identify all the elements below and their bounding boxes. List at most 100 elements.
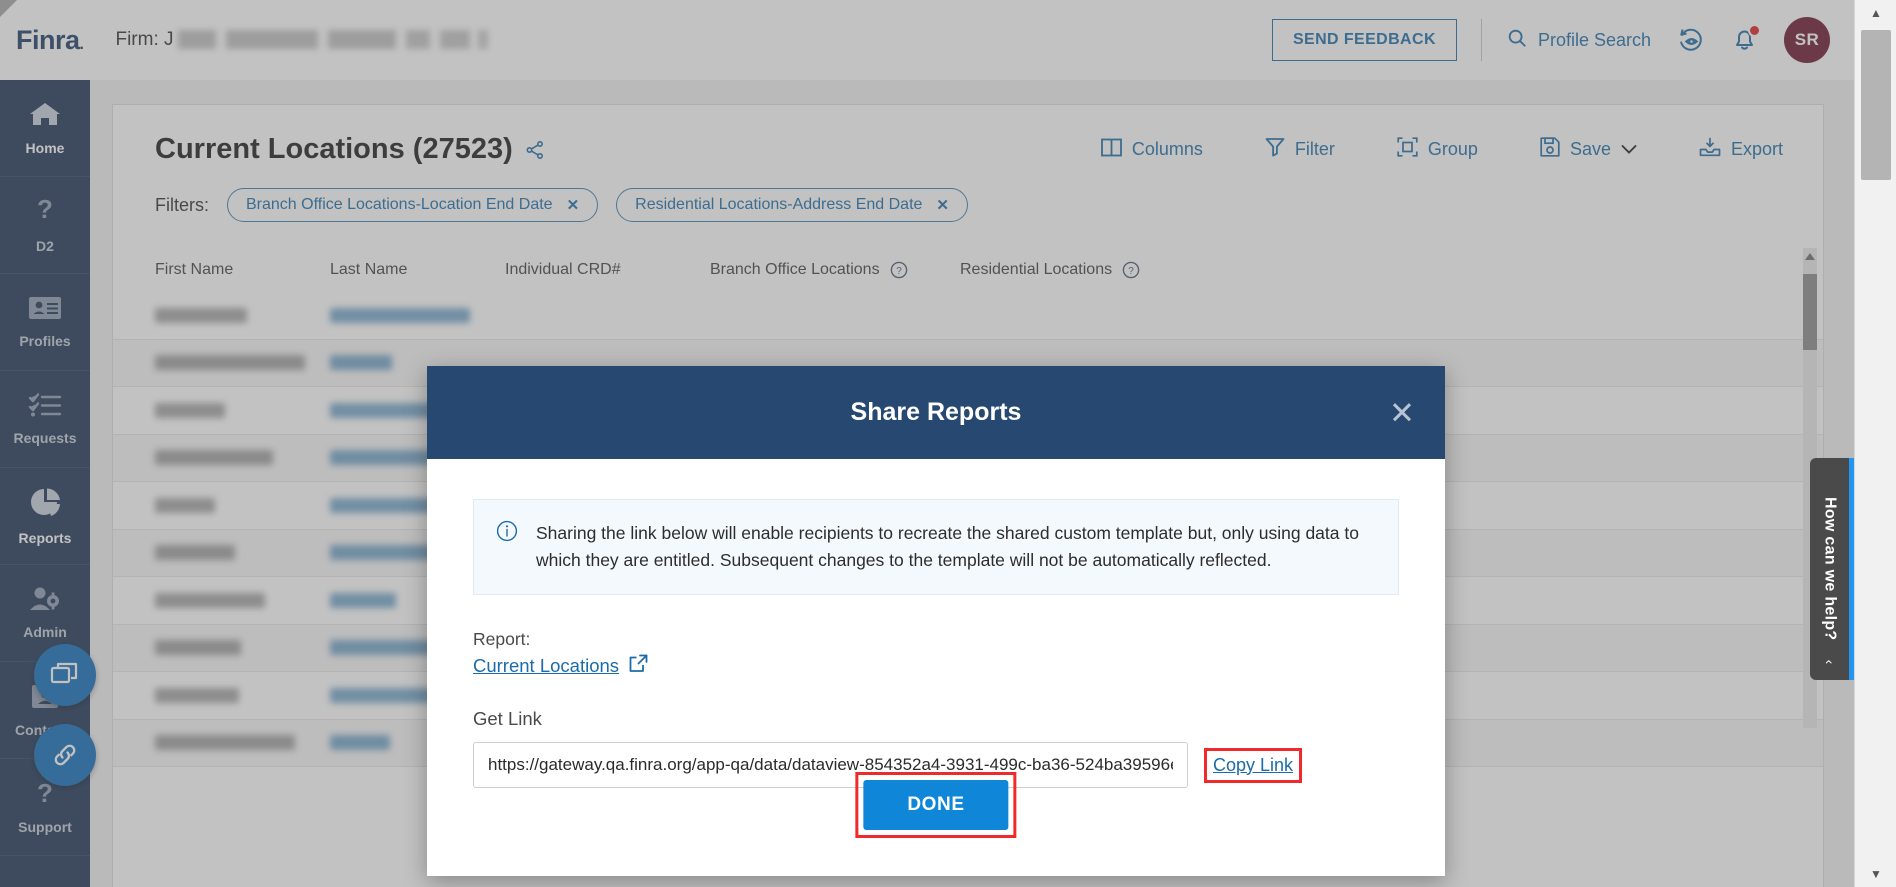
report-field-label: Report: <box>473 629 1399 650</box>
column-header-first-name[interactable]: First Name <box>155 261 330 279</box>
sidebar-item-home[interactable]: Home <box>0 80 90 177</box>
info-circle-icon <box>496 520 518 574</box>
help-tab[interactable]: How can we help? ‹ <box>1810 458 1854 680</box>
scrollbar-thumb[interactable] <box>1803 274 1817 350</box>
cell-first-name-redacted <box>155 308 247 323</box>
page-scroll-down-icon[interactable]: ▼ <box>1855 861 1896 887</box>
filter-chip-branch-office[interactable]: Branch Office Locations-Location End Dat… <box>227 188 598 222</box>
history-eye-icon[interactable] <box>1677 26 1705 54</box>
copy-link-button[interactable]: Copy Link <box>1213 755 1293 776</box>
logo-dot: . <box>80 36 84 53</box>
copy-link-highlight: Copy Link <box>1204 748 1302 783</box>
cell-last-name-redacted[interactable] <box>330 593 396 608</box>
export-button[interactable]: Export <box>1699 133 1783 166</box>
checklist-icon <box>28 392 62 423</box>
scroll-up-icon[interactable] <box>1805 253 1815 260</box>
column-label: Branch Office Locations <box>710 261 880 279</box>
cell-first-name-redacted <box>155 403 225 418</box>
column-header-last-name[interactable]: Last Name <box>330 261 505 279</box>
report-link[interactable]: Current Locations <box>473 654 648 678</box>
group-label: Group <box>1428 139 1478 160</box>
header-divider <box>1481 19 1482 61</box>
corner-fold-decoration <box>0 0 17 17</box>
profile-search-button[interactable]: Profile Search <box>1506 27 1651 54</box>
column-header-residential-locations[interactable]: Residential Locations ? <box>960 261 1210 279</box>
column-label: Individual CRD# <box>505 261 621 279</box>
profile-search-label: Profile Search <box>1538 30 1651 51</box>
remove-filter-icon[interactable]: ✕ <box>567 196 580 214</box>
done-button[interactable]: DONE <box>863 780 1008 830</box>
share-nodes-icon[interactable] <box>525 140 545 160</box>
sidebar-item-d2[interactable]: ? D2 <box>0 177 90 274</box>
sidebar-item-requests[interactable]: Requests <box>0 371 90 468</box>
filter-chip-residential[interactable]: Residential Locations-Address End Date ✕ <box>616 188 968 222</box>
cell-first-name-redacted <box>155 498 215 513</box>
user-gear-icon <box>28 586 62 617</box>
page-title: Current Locations (27523) <box>155 133 513 166</box>
column-header-individual-crd[interactable]: Individual CRD# <box>505 261 710 279</box>
active-filters: Filters: Branch Office Locations-Locatio… <box>113 166 1823 222</box>
sidebar-item-reports[interactable]: Reports <box>0 468 90 565</box>
group-button[interactable]: Group <box>1397 133 1478 166</box>
filter-label: Filter <box>1295 139 1335 160</box>
firm-label: Firm: <box>115 29 158 50</box>
svg-text:?: ? <box>1128 266 1134 277</box>
avatar[interactable]: SR <box>1784 17 1830 63</box>
firm-name-redacted <box>178 30 488 49</box>
share-link-input[interactable] <box>473 742 1188 788</box>
help-circle-icon[interactable]: ? <box>1122 261 1140 279</box>
column-label: Residential Locations <box>960 261 1112 279</box>
sidebar-label-admin: Admin <box>23 624 67 640</box>
cell-first-name-redacted <box>155 593 265 608</box>
svg-text:?: ? <box>37 779 53 807</box>
header-actions: SEND FEEDBACK Profile Search <box>1272 17 1854 63</box>
notifications-bell-icon[interactable] <box>1731 26 1758 54</box>
dialog-body: Sharing the link below will enable recip… <box>427 459 1445 788</box>
firm-initial: J <box>164 29 174 50</box>
filter-button[interactable]: Filter <box>1265 133 1335 166</box>
search-icon <box>1506 27 1528 54</box>
group-frame-icon <box>1397 137 1418 162</box>
columns-label: Columns <box>1132 139 1203 160</box>
report-header: Current Locations (27523) Co <box>113 105 1823 166</box>
sidebar-item-profiles[interactable]: Profiles <box>0 274 90 371</box>
copy-windows-fab[interactable] <box>34 644 96 706</box>
info-text: Sharing the link below will enable recip… <box>536 520 1376 574</box>
cell-first-name-redacted <box>155 450 273 465</box>
chevron-down-icon[interactable] <box>1621 139 1637 160</box>
cell-first-name-redacted <box>155 640 241 655</box>
link-fab[interactable] <box>34 724 96 786</box>
sidebar-label-d2: D2 <box>36 238 54 254</box>
cell-last-name-redacted[interactable] <box>330 308 470 323</box>
save-button[interactable]: Save <box>1540 133 1637 166</box>
export-label: Export <box>1731 139 1783 160</box>
send-feedback-button[interactable]: SEND FEEDBACK <box>1272 19 1457 61</box>
cell-first-name-redacted <box>155 688 239 703</box>
export-tray-icon <box>1699 137 1721 162</box>
page-scrollbar-thumb[interactable] <box>1861 30 1891 180</box>
cell-first-name-redacted <box>155 355 305 370</box>
table-row[interactable] <box>113 292 1823 340</box>
finra-logo-text: Finra <box>16 25 80 55</box>
floppy-disk-icon <box>1540 137 1560 162</box>
sidebar-label-requests: Requests <box>13 430 76 446</box>
columns-button[interactable]: Columns <box>1101 134 1203 166</box>
home-icon <box>28 101 62 133</box>
help-tab-label: How can we help? <box>1821 497 1839 641</box>
pie-chart-icon <box>29 487 61 523</box>
report-link-text: Current Locations <box>473 655 619 677</box>
help-circle-icon[interactable]: ? <box>890 261 908 279</box>
top-header: Finra. Firm: J SEND FEEDBACK Profile Sea… <box>0 0 1854 80</box>
cell-last-name-redacted[interactable] <box>330 735 390 750</box>
column-header-branch-office-locations[interactable]: Branch Office Locations ? <box>710 261 960 279</box>
svg-text:?: ? <box>37 196 53 224</box>
page-scroll-up-icon[interactable]: ▲ <box>1855 0 1896 26</box>
close-icon[interactable]: ✕ <box>1389 397 1415 428</box>
funnel-icon <box>1265 137 1285 162</box>
remove-filter-icon[interactable]: ✕ <box>936 196 949 214</box>
chevron-left-icon[interactable]: ‹ <box>1822 660 1838 665</box>
cell-last-name-redacted[interactable] <box>330 355 392 370</box>
dialog-header: Share Reports ✕ <box>427 366 1445 459</box>
page-scrollbar[interactable]: ▲ ▼ <box>1854 0 1896 887</box>
filters-label: Filters: <box>155 195 209 216</box>
